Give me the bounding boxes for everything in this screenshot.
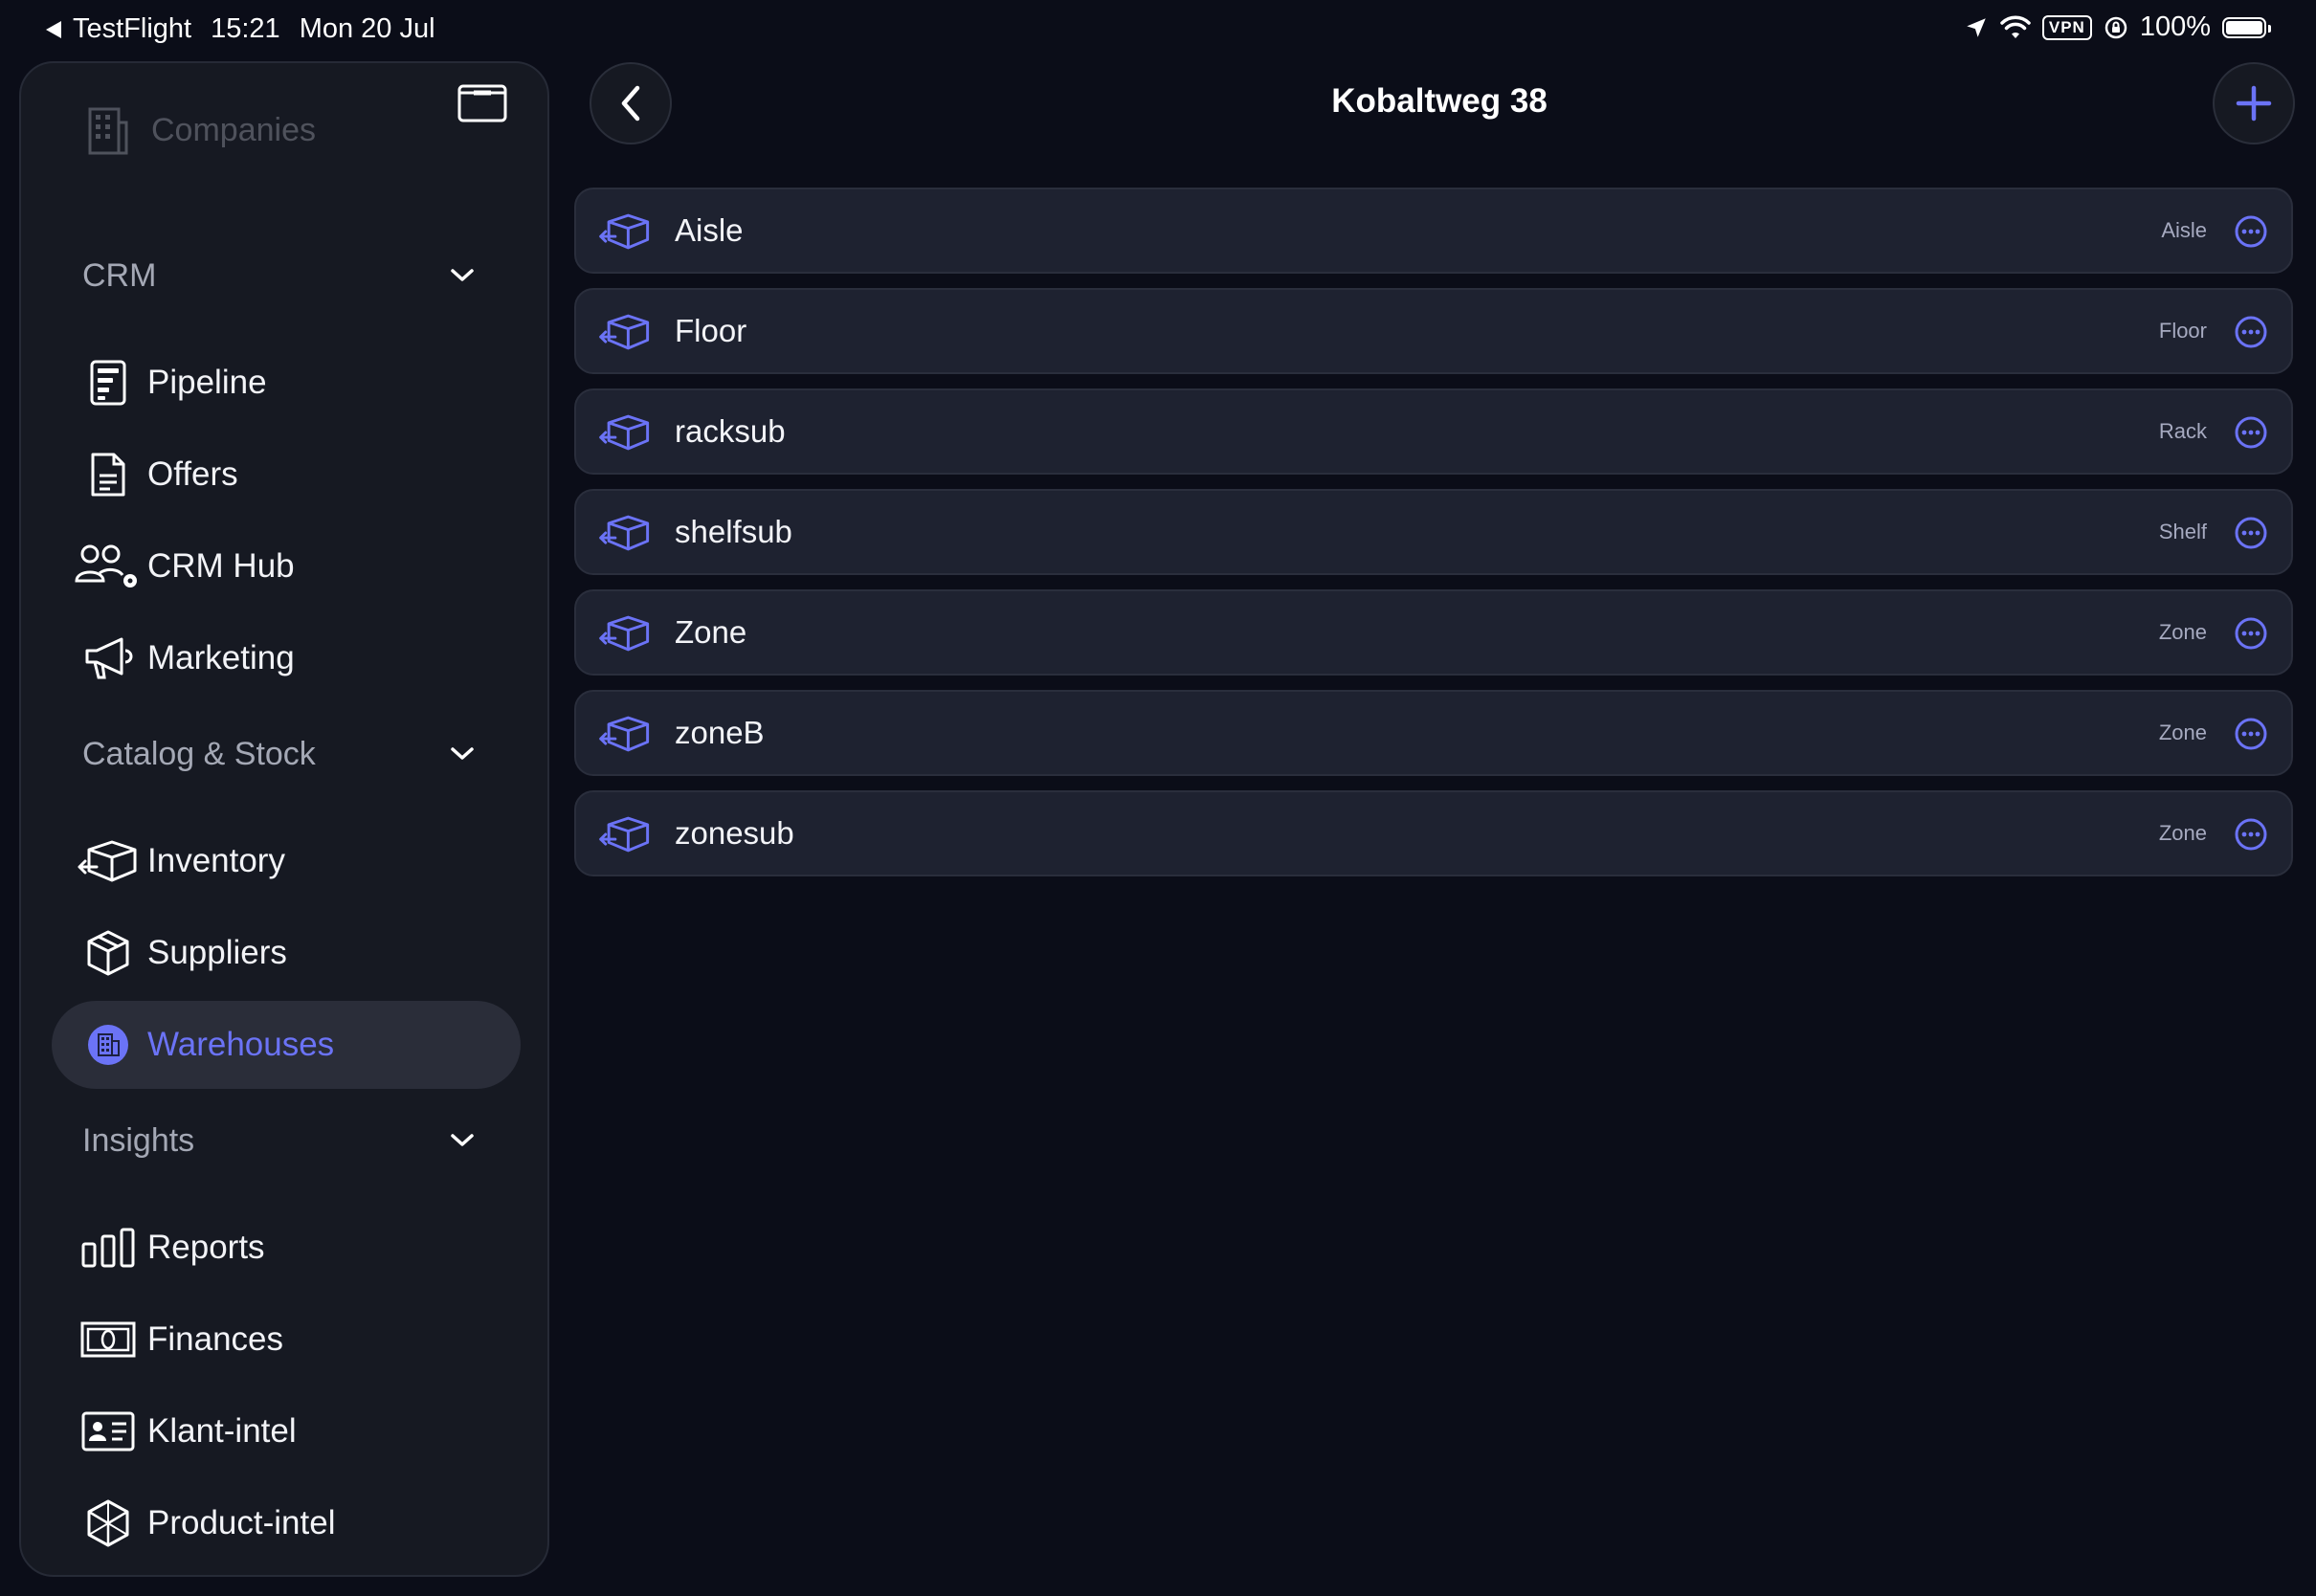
location-name: Floor — [675, 313, 747, 348]
section-header-crm[interactable]: CRM — [82, 247, 523, 304]
orientation-lock-icon — [2104, 16, 2127, 38]
sidebar-item-label: Pipeline — [147, 364, 267, 401]
sidebar-item-label: CRM Hub — [147, 547, 295, 585]
status-bar: TestFlight 15:21 Mon 20 Jul VPN 100% — [0, 0, 2316, 59]
location-name: Zone — [675, 614, 747, 650]
sidebar-item-crm-hub[interactable]: CRM Hub — [52, 522, 521, 610]
sidebar-item-product-intel[interactable]: Product-intel — [52, 1479, 521, 1567]
sidebar-item-label: Suppliers — [147, 934, 287, 971]
back-to-app-icon[interactable] — [46, 20, 61, 38]
sidebar-item-label: Klant-intel — [147, 1412, 297, 1450]
document-icon — [75, 451, 142, 499]
chevron-down-icon — [451, 1134, 474, 1146]
box-arrow-icon — [599, 612, 651, 659]
location-row[interactable]: zoneB Zone — [574, 690, 2293, 776]
location-type-label: Rack — [2158, 419, 2207, 443]
more-options-icon[interactable] — [2234, 315, 2268, 354]
battery-icon — [2222, 16, 2271, 38]
more-options-icon[interactable] — [2234, 214, 2268, 254]
location-row[interactable]: shelfsub Shelf — [574, 489, 2293, 575]
page-title: Kobaltweg 38 — [1331, 82, 1548, 120]
sidebar-item-marketing[interactable]: Marketing — [52, 614, 521, 702]
back-app-label[interactable]: TestFlight — [73, 13, 191, 45]
box-arrow-icon — [599, 311, 651, 358]
section-title: Catalog & Stock — [82, 735, 316, 772]
more-options-icon[interactable] — [2234, 616, 2268, 655]
box-arrow-icon — [599, 713, 651, 760]
sidebar-item-label: Warehouses — [147, 1026, 335, 1063]
box-arrow-icon — [599, 512, 651, 559]
sidebar: Companies CRM Pipeline Offers CRM Hub Ma… — [19, 61, 549, 1577]
sidebar-toggle-icon[interactable] — [457, 84, 507, 122]
location-row[interactable]: Aisle Aisle — [574, 188, 2293, 274]
location-row[interactable]: racksub Rack — [574, 388, 2293, 475]
more-options-icon[interactable] — [2234, 717, 2268, 756]
location-type-label: Aisle — [2161, 218, 2207, 242]
sidebar-item-offers[interactable]: Offers — [52, 431, 521, 519]
box-arrow-icon — [75, 838, 142, 884]
megaphone-icon — [75, 635, 142, 681]
box-arrow-icon — [599, 813, 651, 860]
location-type-label: Zone — [2158, 821, 2207, 845]
location-type-label: Zone — [2158, 620, 2207, 644]
sidebar-item-klant-intel[interactable]: Klant-intel — [52, 1387, 521, 1475]
banknote-icon — [75, 1321, 142, 1358]
location-row[interactable]: Floor Floor — [574, 288, 2293, 374]
bar-chart-icon — [75, 1227, 142, 1269]
location-row[interactable]: Zone Zone — [574, 589, 2293, 676]
more-options-icon[interactable] — [2234, 415, 2268, 454]
sidebar-item-label: Offers — [147, 455, 238, 493]
chevron-down-icon — [451, 747, 474, 760]
section-header-catalog-stock[interactable]: Catalog & Stock — [82, 725, 523, 783]
status-date: Mon 20 Jul — [299, 13, 435, 44]
location-name: zonesub — [675, 815, 794, 851]
cube-icon — [75, 1498, 142, 1548]
add-location-button[interactable] — [2213, 62, 2295, 144]
section-header-insights[interactable]: Insights — [82, 1112, 523, 1169]
sidebar-item-reports[interactable]: Reports — [52, 1204, 521, 1292]
location-row[interactable]: zonesub Zone — [574, 790, 2293, 876]
sidebar-item-label: Marketing — [147, 639, 295, 676]
sidebar-item-inventory[interactable]: Inventory — [52, 817, 521, 905]
location-type-label: Floor — [2158, 319, 2207, 343]
location-type-label: Shelf — [2158, 520, 2207, 543]
pipeline-icon — [75, 359, 142, 407]
location-name: Aisle — [675, 212, 744, 248]
sidebar-item-finances[interactable]: Finances — [52, 1296, 521, 1384]
location-name: zoneB — [675, 715, 765, 750]
location-icon — [1967, 17, 1986, 37]
sidebar-item-label: Reports — [147, 1229, 265, 1266]
location-type-label: Zone — [2158, 720, 2207, 744]
status-time: 15:21 — [211, 13, 280, 44]
section-title: Insights — [82, 1121, 195, 1159]
id-card-icon — [75, 1411, 142, 1452]
sidebar-item-warehouses[interactable]: Warehouses — [52, 1001, 521, 1089]
location-name: racksub — [675, 413, 786, 449]
sidebar-item-pipeline[interactable]: Pipeline — [52, 339, 521, 427]
location-name: shelfsub — [675, 514, 792, 549]
sidebar-item-label: Finances — [147, 1320, 284, 1358]
sidebar-item-label: Product-intel — [147, 1504, 336, 1541]
more-options-icon[interactable] — [2234, 817, 2268, 856]
sidebar-item-label: Inventory — [147, 842, 285, 879]
section-title: CRM — [82, 256, 157, 294]
sidebar-item-companies[interactable]: Companies — [84, 105, 316, 155]
plus-icon — [2236, 85, 2272, 122]
box-arrow-icon — [599, 211, 651, 257]
box-icon — [75, 929, 142, 977]
box-arrow-icon — [599, 411, 651, 458]
warehouse-icon — [75, 1023, 142, 1067]
building-icon — [88, 107, 128, 155]
sidebar-item-suppliers[interactable]: Suppliers — [52, 909, 521, 997]
people-gear-icon — [75, 543, 142, 590]
vpn-badge: VPN — [2041, 14, 2092, 40]
chevron-down-icon — [451, 269, 474, 281]
sidebar-item-label: Companies — [151, 111, 316, 148]
more-options-icon[interactable] — [2234, 516, 2268, 555]
battery-percent: 100% — [2139, 11, 2211, 42]
wifi-icon — [2000, 15, 2031, 38]
